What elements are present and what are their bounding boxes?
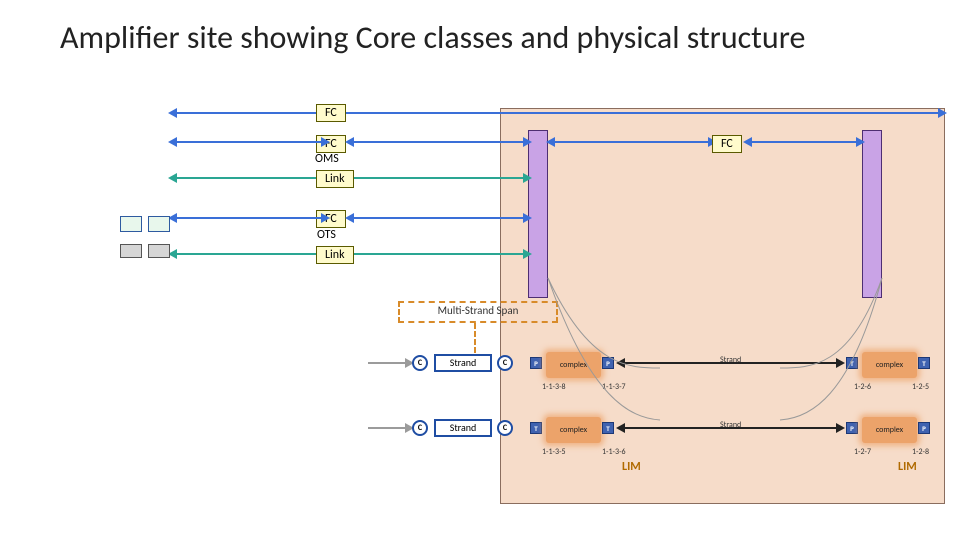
label-strand-inner-r2: Strand (720, 420, 741, 430)
id-e: 1-1-3-5 (542, 447, 566, 457)
c-circle-r2-b: C (497, 420, 513, 436)
label-link-1: Link (316, 170, 354, 188)
id-b: 1-1-3-7 (602, 382, 626, 392)
label-fc-top: FC (316, 104, 346, 122)
diagram-stage: FC FC OMS Link FC OTS Link FC Multi-Stra… (0, 0, 960, 540)
equipment-icon-3 (120, 244, 142, 258)
complex-r2-left: complex (546, 417, 601, 443)
c-circle-r1-a: C (412, 355, 428, 371)
lim-right: LIM (898, 460, 917, 474)
amp-right (862, 130, 882, 298)
pt-r1-1: P (530, 357, 542, 369)
equipment-icon-4 (148, 244, 170, 258)
id-g: 1-2-7 (854, 447, 871, 457)
complex-r1-left: complex (546, 352, 601, 378)
label-strand-inner-r1: Strand (720, 355, 741, 365)
id-c: 1-2-6 (854, 382, 871, 392)
multi-strand-span-box: Multi-Strand Span (398, 301, 558, 323)
c-circle-r2-a: C (412, 420, 428, 436)
pt-r2-3: P (846, 422, 858, 434)
pt-r1-4: T (918, 357, 930, 369)
strand-box-r2: Strand (434, 419, 492, 437)
label-ots: OTS (317, 228, 336, 242)
strand-box-r1: Strand (434, 354, 492, 372)
equipment-icon-2 (148, 216, 170, 232)
pt-r2-2: T (602, 422, 614, 434)
label-link-2: Link (316, 246, 354, 264)
complex-r1-right: complex (862, 352, 917, 378)
id-f: 1-1-3-6 (602, 447, 626, 457)
id-a: 1-1-3-8 (542, 382, 566, 392)
id-d: 1-2-5 (912, 382, 929, 392)
pt-r1-3: T (846, 357, 858, 369)
equipment-icon-1 (120, 216, 142, 232)
mss-connector (474, 323, 476, 353)
label-fc-internal: FC (712, 135, 742, 153)
c-circle-r1-b: C (497, 355, 513, 371)
pt-r2-4: P (918, 422, 930, 434)
label-oms: OMS (315, 152, 339, 166)
pt-r1-2: P (602, 357, 614, 369)
complex-r2-right: complex (862, 417, 917, 443)
pt-r2-1: T (530, 422, 542, 434)
lim-left: LIM (622, 460, 641, 474)
id-h: 1-2-8 (912, 447, 929, 457)
